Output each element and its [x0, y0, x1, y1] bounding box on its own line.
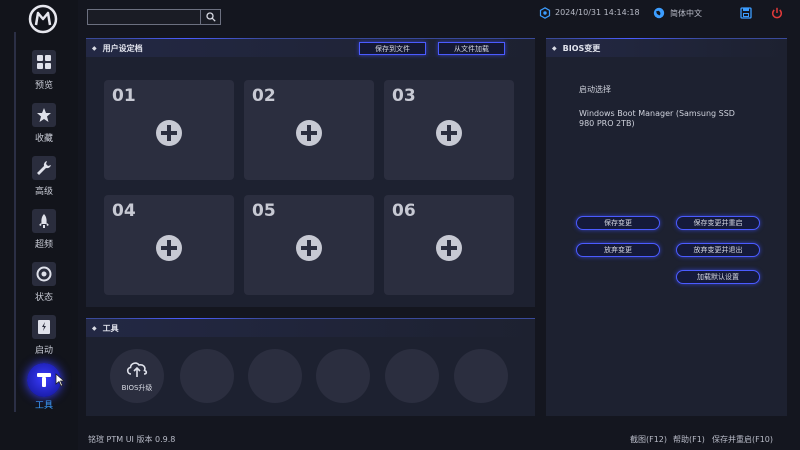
discard-and-exit-button[interactable]: 放弃变更并退出	[676, 243, 760, 257]
tool-slot-empty[interactable]	[248, 349, 302, 403]
star-icon	[32, 103, 56, 127]
mouse-cursor-icon	[55, 373, 65, 387]
profile-slot-04[interactable]: 04	[104, 195, 234, 295]
nav-item-boot[interactable]: 启动	[22, 315, 66, 365]
wrench-icon	[32, 156, 56, 180]
search-icon	[205, 12, 216, 22]
profile-slot-02[interactable]: 02	[244, 80, 374, 180]
profile-slot-05[interactable]: 05	[244, 195, 374, 295]
user-profiles-panel: ◆ 用户设定档 保存到文件 从文件加载 01 02 03 04 05 06	[86, 38, 535, 307]
save-changes-button[interactable]: 保存变更	[576, 216, 660, 230]
slot-number: 02	[252, 86, 276, 106]
plus-icon	[436, 235, 462, 261]
panel-title: 工具	[102, 323, 119, 333]
tool-slot-empty[interactable]	[385, 349, 439, 403]
panel-header: ◆ 用户设定档 保存到文件 从文件加载	[86, 39, 535, 57]
tool-slot-empty[interactable]	[180, 349, 234, 403]
tool-bios-update[interactable]: BIOS升级	[110, 349, 164, 403]
panel-header: ◆ 工具	[86, 319, 535, 337]
save-reboot-shortcut[interactable]: 保存并重启(F10)	[712, 434, 773, 445]
cloud-upload-icon	[126, 362, 148, 377]
panel-header: ◆ BIOS变更	[546, 39, 787, 57]
slot-number: 01	[112, 86, 136, 106]
nav-label: 工具	[34, 401, 53, 411]
profile-slot-06[interactable]: 06	[384, 195, 514, 295]
language-selector[interactable]: 简体中文	[670, 8, 702, 19]
power-icon[interactable]	[771, 7, 783, 19]
help-shortcut[interactable]: 帮助(F1)	[673, 434, 705, 445]
slot-number: 05	[252, 201, 276, 221]
nav-label: 预览	[34, 81, 53, 91]
nav-item-favorites[interactable]: 收藏	[22, 103, 66, 153]
nav-label: 收藏	[34, 134, 53, 144]
diamond-icon: ◆	[552, 44, 557, 52]
side-nav: 预览 收藏 高级 超频 状态 启动 工具	[0, 0, 78, 450]
diamond-icon: ◆	[92, 324, 97, 332]
plus-icon	[296, 120, 322, 146]
gauge-icon	[32, 262, 56, 286]
plus-icon	[156, 235, 182, 261]
globe-icon	[653, 7, 665, 19]
plus-icon	[436, 120, 462, 146]
maxsun-logo-icon	[28, 4, 58, 34]
screenshot-shortcut[interactable]: 截图(F12)	[630, 434, 667, 445]
plus-icon	[156, 120, 182, 146]
nav-item-preview[interactable]: 预览	[22, 50, 66, 100]
datetime-display: 2024/10/31 14:14:18	[555, 8, 640, 17]
nav-item-advanced[interactable]: 高级	[22, 156, 66, 206]
diamond-icon: ◆	[92, 44, 97, 52]
panel-title: 用户设定档	[102, 43, 143, 53]
load-defaults-button[interactable]: 加载默认设置	[676, 270, 760, 284]
nav-item-overclock[interactable]: 超频	[22, 209, 66, 259]
nav-rail	[14, 32, 16, 412]
rocket-icon	[32, 209, 56, 233]
nav-label: 启动	[34, 346, 53, 356]
discard-changes-button[interactable]: 放弃变更	[576, 243, 660, 257]
nav-item-status[interactable]: 状态	[22, 262, 66, 312]
panel-title: BIOS变更	[562, 43, 601, 53]
profile-slot-01[interactable]: 01	[104, 80, 234, 180]
slot-number: 06	[392, 201, 416, 221]
save-and-reboot-button[interactable]: 保存变更并重启	[676, 216, 760, 230]
slot-number: 04	[112, 201, 136, 221]
plus-icon	[296, 235, 322, 261]
tool-slot-empty[interactable]	[316, 349, 370, 403]
nav-label: 超频	[34, 240, 53, 250]
clock-icon	[539, 7, 551, 19]
profile-slot-03[interactable]: 03	[384, 80, 514, 180]
tool-label: BIOS升级	[121, 384, 153, 392]
tool-slot-empty[interactable]	[454, 349, 508, 403]
nav-label: 状态	[34, 293, 53, 303]
ssd-icon	[32, 315, 56, 339]
search-box	[87, 9, 221, 25]
boot-selection-value-line2: 980 PRO 2TB)	[579, 119, 635, 128]
boot-selection-label: 启动选择	[579, 85, 611, 94]
save-icon[interactable]	[740, 7, 752, 19]
grid-icon	[32, 50, 56, 74]
slot-number: 03	[392, 86, 416, 106]
load-from-file-button[interactable]: 从文件加载	[438, 42, 505, 55]
boot-selection-value-line1: Windows Boot Manager (Samsung SSD	[579, 109, 735, 118]
search-button[interactable]	[201, 9, 221, 25]
nav-label: 高级	[34, 187, 53, 197]
version-text: 铭瑄 PTM UI 版本 0.9.8	[88, 435, 176, 444]
search-input[interactable]	[87, 9, 201, 25]
save-to-file-button[interactable]: 保存到文件	[359, 42, 426, 55]
nav-item-tools[interactable]: 工具	[22, 363, 66, 413]
